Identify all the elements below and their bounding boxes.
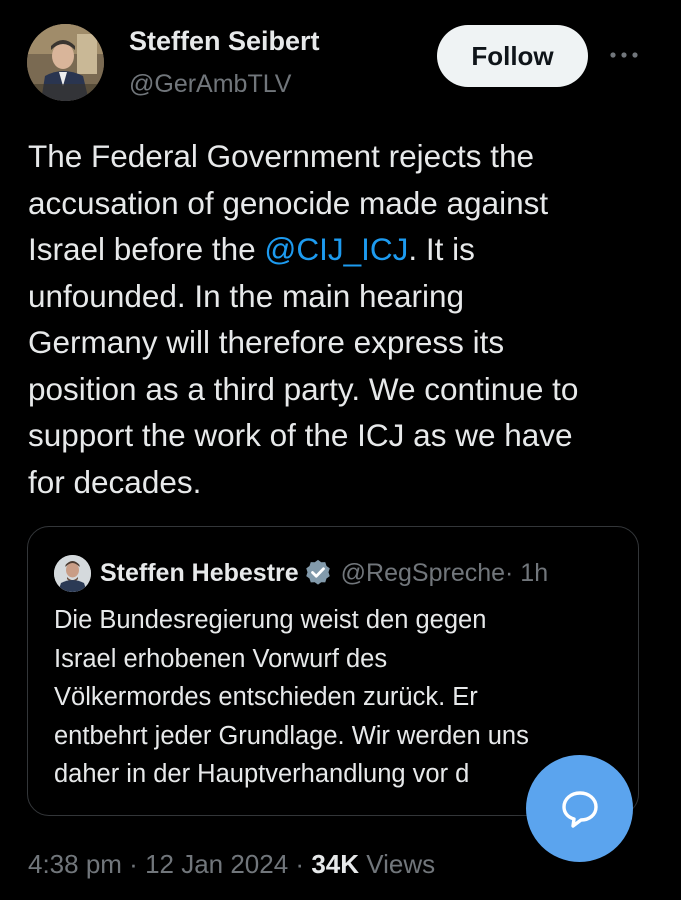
tweet-line: support the work of the ICJ as we have bbox=[28, 417, 573, 453]
quoted-author-name[interactable]: Steffen Hebestre bbox=[100, 559, 299, 588]
tweet-meta: 4:38 pm · 12 Jan 2024 · 34K Views bbox=[28, 849, 435, 880]
author-avatar[interactable] bbox=[27, 24, 104, 101]
follow-button[interactable]: Follow bbox=[437, 25, 588, 87]
tweet-line: unfounded. In the main hearing bbox=[28, 277, 465, 314]
quoted-tweet-text: Die Bundesregierung weist den gegen Isra… bbox=[54, 601, 624, 794]
tweet-text: The Federal Government rejects the accus… bbox=[28, 133, 658, 505]
reply-fab-button[interactable] bbox=[526, 755, 633, 862]
meta-separator: · bbox=[288, 849, 312, 879]
tweet-line: accusation of genocide made against bbox=[28, 184, 549, 221]
more-horizontal-icon bbox=[610, 52, 638, 58]
tweet-line: Germany will therefore express its bbox=[28, 324, 505, 360]
quoted-author-avatar[interactable] bbox=[54, 554, 91, 592]
tweet-text-segment: . It is bbox=[408, 231, 475, 267]
mention-link[interactable]: @CIJ_ICJ bbox=[264, 231, 408, 267]
quoted-tweet-header: Steffen Hebestre @RegSpreche · 1h bbox=[54, 553, 634, 593]
quoted-author-handle[interactable]: @RegSpreche bbox=[341, 559, 505, 588]
quoted-tweet-line: Völkermordes entschieden zurück. Er bbox=[54, 683, 478, 711]
author-handle[interactable]: @GerAmbTLV bbox=[129, 70, 291, 99]
reply-bubble-icon bbox=[561, 790, 598, 828]
tweet-date[interactable]: 12 Jan 2024 bbox=[145, 849, 288, 879]
tweet-line: position as a third party. We continue t… bbox=[28, 370, 579, 407]
quoted-tweet-time[interactable]: · 1h bbox=[505, 559, 548, 588]
views-count: 34K bbox=[311, 849, 360, 879]
verified-badge-icon bbox=[305, 559, 330, 585]
quoted-tweet-line: entbehrt jeder Grundlage. Wir werden uns bbox=[54, 721, 529, 750]
tweet-line: The Federal Government rejects the bbox=[28, 138, 534, 174]
tweet-line: for decades. bbox=[28, 463, 202, 500]
profile-photo-icon bbox=[54, 554, 91, 592]
profile-photo-icon bbox=[27, 24, 104, 101]
quoted-tweet-line: Israel erhobenen Vorwurf des bbox=[54, 644, 388, 673]
author-name[interactable]: Steffen Seibert bbox=[129, 26, 320, 57]
tweet-time[interactable]: 4:38 pm bbox=[28, 849, 122, 879]
tweet-text-segment: Israel before the bbox=[28, 231, 265, 267]
meta-separator: · bbox=[121, 849, 146, 879]
quoted-tweet-line: Die Bundesregierung weist den gegen bbox=[54, 606, 487, 634]
tweet-line: Israel before the @CIJ_ICJ. It is bbox=[28, 226, 658, 273]
views-label: Views bbox=[359, 849, 436, 879]
more-options-button[interactable] bbox=[606, 37, 642, 73]
